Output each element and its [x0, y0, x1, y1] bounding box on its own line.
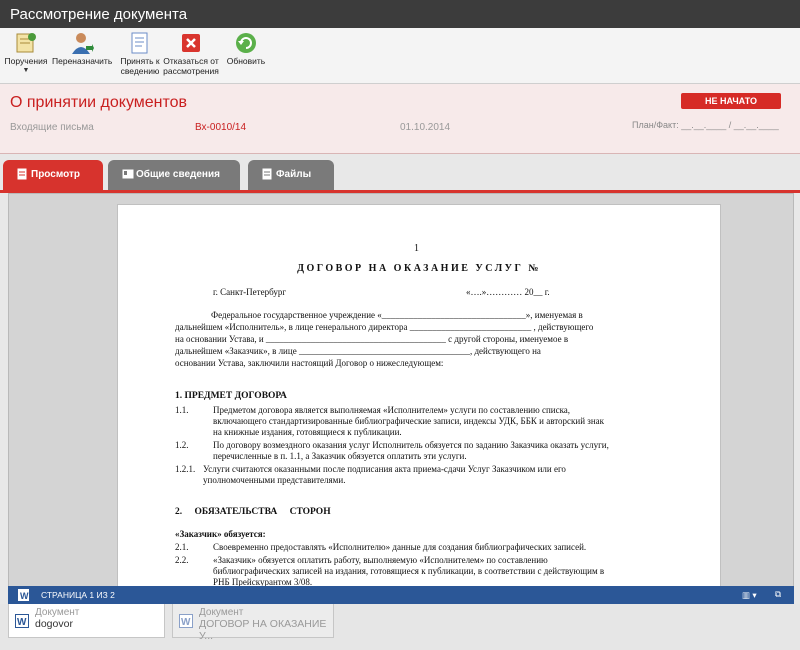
card-icon [122, 169, 134, 179]
page-title: О принятии документов [10, 94, 188, 111]
document-icon [17, 168, 27, 180]
clause-number: 2.2. [175, 555, 189, 565]
viewer-status-bar: W СТРАНИЦА 1 ИЗ 2 ▥ ▾ ⧉ [8, 586, 794, 604]
refresh-label: Обновить [226, 56, 266, 66]
decline-label-1: Отказаться от [163, 56, 219, 66]
reassign-label: Переназначить [52, 56, 113, 66]
contract-city: г. Санкт-Петербург [213, 287, 287, 297]
clause-line: библиографических записей на издания, го… [213, 566, 605, 576]
plan-fact-dates: План/Факт: __.__.____ / __.__.____ [632, 120, 779, 130]
document-date: 01.10.2014 [400, 122, 451, 133]
accept-label-1: Принять к [120, 56, 160, 66]
contract-date: «….»………… 20__ г. [466, 287, 550, 297]
assignments-button[interactable]: Поручения ▼ [4, 32, 48, 76]
document-tabs: W Документ dogovor W Документ ДОГОВОР НА… [0, 604, 800, 650]
page-number: 1 [414, 243, 419, 254]
clause-line: «Заказчик» обязуется оплатить работу, вы… [213, 555, 548, 565]
intro-paragraph: Федеральное государственное учреждение «… [175, 309, 665, 369]
document-tab-contract[interactable]: W Документ ДОГОВОР НА ОКАЗАНИЕ У... [172, 604, 334, 642]
assignments-icon [16, 33, 36, 53]
tab-files[interactable]: Файлы [248, 160, 334, 190]
document-tab-dogovor[interactable]: W Документ dogovor [8, 604, 165, 638]
document-tab-name: dogovor [35, 618, 73, 630]
clause-line: уполномоченными представителями. [203, 475, 346, 485]
clause-line: Услуги считаются оказанными после подпис… [203, 464, 566, 474]
decline-icon [182, 34, 200, 52]
tab-view-label: Просмотр [31, 169, 80, 180]
intro-line: на основании Устава, и _________________… [175, 334, 569, 344]
document-tab-name: ДОГОВОР НА ОКАЗАНИЕ У... [199, 618, 327, 642]
document-viewer[interactable]: 1 ДОГОВОР НА ОКАЗАНИЕ УСЛУГ № г. Санкт-П… [8, 193, 794, 603]
intro-line: основании Устава, заключили настоящий До… [175, 358, 444, 368]
toolbar: Поручения ▼ Переназначить Принять к свед… [0, 28, 800, 84]
section-heading: 1. ПРЕДМЕТ ДОГОВОРА [175, 391, 287, 401]
user-reassign-icon [72, 33, 94, 54]
clause-line: включающего стандартизированные библиогр… [213, 416, 605, 426]
status-badge: НЕ НАЧАТО [681, 93, 781, 109]
clause-line: Своевременно предоставлять «Исполнителю»… [213, 542, 587, 552]
intro-line: дальнейшем «Исполнитель», в лице генерал… [175, 322, 594, 332]
popout-icon[interactable]: ⧉ [775, 589, 781, 600]
refresh-button[interactable]: Обновить [224, 32, 268, 66]
clause-number: 1.1. [175, 405, 189, 415]
document-number: Вх-0010/14 [195, 122, 247, 133]
svg-text:W: W [20, 591, 29, 601]
svg-text:W: W [181, 617, 191, 628]
contract-title: ДОГОВОР НА ОКАЗАНИЕ УСЛУГ № [297, 263, 541, 274]
accept-button[interactable]: Принять к сведению [116, 32, 164, 76]
clause-number: 1.2.1. [175, 464, 196, 474]
document-page: 1 ДОГОВОР НА ОКАЗАНИЕ УСЛУГ № г. Санкт-П… [117, 204, 721, 602]
tab-general-label: Общие сведения [136, 169, 220, 180]
word-document-icon: W [179, 614, 193, 628]
accept-label-2: сведению [120, 66, 160, 76]
document-tab-caption: Документ [199, 607, 244, 618]
reassign-button[interactable]: Переназначить [52, 32, 112, 66]
window-title: Рассмотрение документа [0, 0, 800, 28]
section-heading: 2. ОБЯЗАТЕЛЬСТВА СТОРОН [175, 507, 331, 517]
clause-line: По договору возмездного оказания услуг И… [213, 440, 609, 450]
document-category: Входящие письма [10, 122, 94, 133]
intro-line: Федеральное государственное учреждение «… [211, 310, 583, 320]
clause-line: Предметом договора является выполняемая … [213, 405, 571, 415]
chevron-down-icon[interactable]: ▼ [4, 66, 48, 76]
assignments-label: Поручения [4, 56, 48, 66]
tab-general[interactable]: Общие сведения [108, 160, 240, 190]
tab-bar: Просмотр Общие сведения Файлы [0, 158, 800, 192]
document-accept-icon [131, 32, 148, 54]
clause-line: перечисленные в п. 1.1, а Заказчик обязу… [213, 451, 467, 461]
customer-obligations-heading: «Заказчик» обязуется: [175, 529, 266, 539]
document-header: О принятии документов Входящие письма Вх… [0, 84, 800, 154]
tab-files-label: Файлы [276, 169, 312, 180]
document-tab-caption: Документ [35, 607, 80, 618]
word-document-icon: W [18, 589, 29, 601]
view-mode-icon[interactable]: ▥ ▾ [742, 590, 757, 601]
decline-label-2: рассмотрения [163, 66, 219, 76]
clause-number: 1.2. [175, 440, 189, 450]
clause-number: 2.1. [175, 542, 189, 552]
tab-view[interactable]: Просмотр [3, 160, 103, 190]
word-document-icon: W [15, 614, 29, 628]
intro-line: дальнейшем «Заказчик», в лице __________… [175, 346, 541, 356]
decline-button[interactable]: Отказаться от рассмотрения [162, 32, 220, 76]
refresh-icon [236, 33, 256, 53]
file-icon [262, 168, 272, 180]
page-indicator: СТРАНИЦА 1 ИЗ 2 [41, 590, 115, 600]
clause-line: на книжные издания, готовящиеся к публик… [213, 427, 402, 437]
svg-text:W: W [17, 617, 27, 628]
